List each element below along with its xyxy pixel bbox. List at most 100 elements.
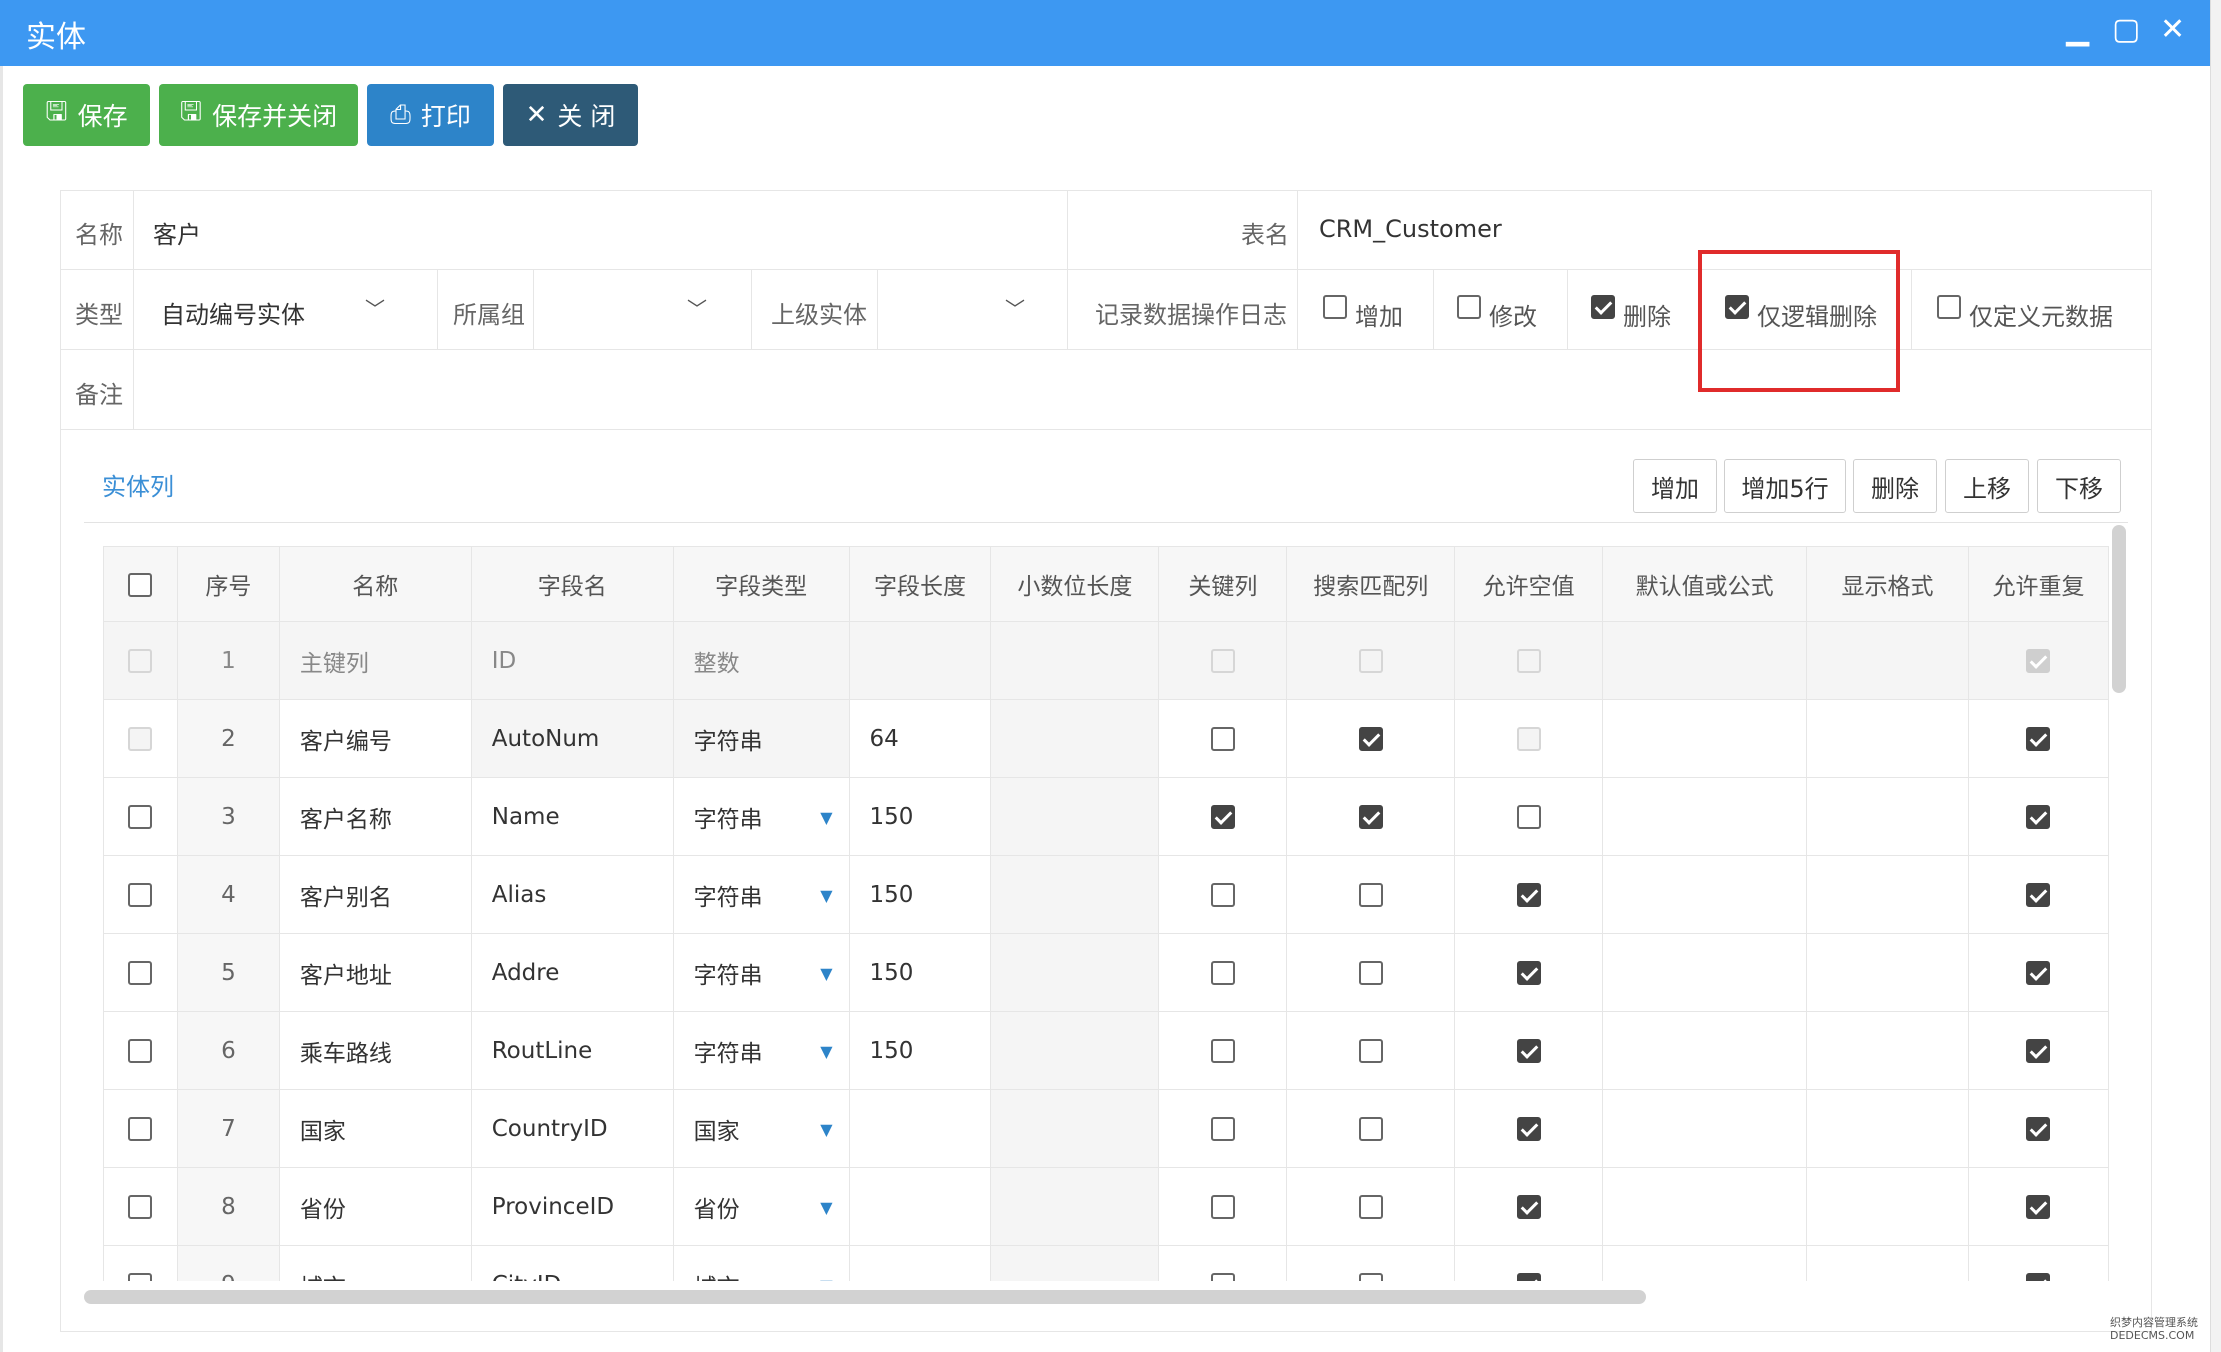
default-value-cell[interactable] bbox=[1602, 1011, 1808, 1090]
move-up-button[interactable]: 上移 bbox=[1945, 459, 2029, 513]
display-format-cell[interactable] bbox=[1806, 1089, 1969, 1168]
column-header[interactable]: 字段长度 bbox=[848, 546, 992, 622]
table-row[interactable]: 6 乘车路线 RoutLine 字符串 ▼ 150 bbox=[103, 1011, 2109, 1090]
table-row[interactable]: 3 客户名称 Name 字符串 ▼ 150 bbox=[103, 777, 2109, 856]
allow-duplicate-checkbox[interactable] bbox=[2026, 1273, 2051, 1281]
column-header[interactable]: 关键列 bbox=[1158, 546, 1288, 622]
allow-null-checkbox[interactable] bbox=[1516, 1195, 1541, 1219]
default-value-cell[interactable] bbox=[1602, 1167, 1808, 1246]
field-name-cell[interactable]: CityID bbox=[470, 1245, 674, 1281]
field-type-cell[interactable]: 字符串 ▼ bbox=[672, 933, 850, 1012]
key-column-checkbox[interactable] bbox=[1210, 727, 1235, 751]
allow-duplicate-checkbox[interactable] bbox=[2026, 805, 2051, 829]
field-name-cell[interactable]: Alias bbox=[470, 855, 674, 934]
key-column-checkbox[interactable] bbox=[1210, 1195, 1235, 1219]
column-name-cell[interactable]: 省份 bbox=[278, 1167, 472, 1246]
field-length-cell[interactable] bbox=[848, 1089, 992, 1168]
default-value-cell[interactable] bbox=[1602, 777, 1808, 856]
chevron-down-icon[interactable]: ﹀ bbox=[1005, 293, 1025, 322]
allow-null-checkbox[interactable] bbox=[1516, 805, 1541, 829]
dropdown-arrow-icon[interactable]: ▼ bbox=[820, 964, 832, 983]
maximize-icon[interactable]: ▢ bbox=[2112, 12, 2140, 47]
allow-duplicate-checkbox[interactable] bbox=[2026, 1195, 2051, 1219]
dropdown-arrow-icon[interactable]: ▼ bbox=[820, 808, 832, 827]
allow-null-checkbox[interactable] bbox=[1516, 1039, 1541, 1063]
field-length-cell[interactable]: 64 bbox=[848, 699, 992, 778]
column-header[interactable]: 默认值或公式 bbox=[1602, 546, 1808, 622]
log-add-checkbox[interactable] bbox=[1323, 295, 1347, 319]
field-length-cell[interactable]: 150 bbox=[848, 855, 992, 934]
table-row[interactable]: 1 主键列 ID 整数 bbox=[103, 621, 2109, 700]
allow-null-checkbox[interactable] bbox=[1516, 1117, 1541, 1141]
horizontal-scrollbar[interactable] bbox=[84, 1290, 1646, 1304]
row-select-checkbox[interactable] bbox=[128, 1117, 153, 1141]
print-button[interactable]: ⎙ 打印 bbox=[367, 84, 494, 146]
table-row[interactable]: 2 客户编号 AutoNum 字符串 64 bbox=[103, 699, 2109, 778]
search-match-checkbox[interactable] bbox=[1358, 961, 1383, 985]
search-match-checkbox[interactable] bbox=[1358, 1039, 1383, 1063]
column-header[interactable]: 搜索匹配列 bbox=[1286, 546, 1456, 622]
add-five-rows-button[interactable]: 增加5行 bbox=[1724, 459, 1846, 513]
key-column-checkbox[interactable] bbox=[1210, 883, 1235, 907]
table-row[interactable]: 7 国家 CountryID 国家 ▼ bbox=[103, 1089, 2109, 1168]
default-value-cell[interactable] bbox=[1602, 933, 1808, 1012]
table-row[interactable]: 5 客户地址 Addre 字符串 ▼ 150 bbox=[103, 933, 2109, 1012]
select-all-checkbox[interactable] bbox=[128, 572, 153, 597]
table-row[interactable]: 9城市CityID城市▼ bbox=[103, 1245, 2109, 1281]
allow-duplicate-checkbox[interactable] bbox=[2026, 1117, 2051, 1141]
display-format-cell[interactable] bbox=[1806, 1245, 1969, 1281]
display-format-cell[interactable] bbox=[1806, 777, 1969, 856]
metadata-only-checkbox[interactable] bbox=[1937, 295, 1961, 319]
allow-duplicate-checkbox[interactable] bbox=[2026, 1039, 2051, 1063]
add-row-button[interactable]: 增加 bbox=[1633, 459, 1717, 513]
close-button[interactable]: ✕ 关 闭 bbox=[503, 84, 638, 146]
column-header[interactable]: 序号 bbox=[176, 546, 280, 622]
row-select-checkbox[interactable] bbox=[128, 883, 153, 907]
table-row[interactable]: 4 客户别名 Alias 字符串 ▼ 150 bbox=[103, 855, 2109, 934]
save-and-close-button[interactable]: 🖫 保存并关闭 bbox=[159, 84, 358, 146]
default-value-cell[interactable] bbox=[1602, 699, 1808, 778]
column-header[interactable]: 允许重复 bbox=[1967, 546, 2109, 622]
delete-row-button[interactable]: 删除 bbox=[1853, 459, 1937, 513]
field-name-cell[interactable]: CountryID bbox=[470, 1089, 674, 1168]
move-down-button[interactable]: 下移 bbox=[2037, 459, 2121, 513]
close-icon[interactable]: ✕ bbox=[2160, 12, 2185, 47]
row-select-checkbox[interactable] bbox=[128, 1273, 153, 1281]
key-column-checkbox[interactable] bbox=[1210, 961, 1235, 985]
key-column-checkbox[interactable] bbox=[1210, 1273, 1235, 1281]
column-name-cell[interactable]: 主键列 bbox=[278, 621, 472, 700]
search-match-checkbox[interactable] bbox=[1358, 1273, 1383, 1281]
row-select-checkbox[interactable] bbox=[128, 961, 153, 985]
search-match-checkbox[interactable] bbox=[1358, 1117, 1383, 1141]
search-match-checkbox[interactable] bbox=[1358, 805, 1383, 829]
field-type-cell[interactable]: 省份 ▼ bbox=[672, 1167, 850, 1246]
chevron-down-icon[interactable]: ﹀ bbox=[365, 293, 385, 322]
allow-duplicate-checkbox[interactable] bbox=[2026, 883, 2051, 907]
allow-null-checkbox[interactable] bbox=[1516, 961, 1541, 985]
save-button[interactable]: 🖫 保存 bbox=[23, 84, 150, 146]
log-edit-checkbox[interactable] bbox=[1457, 295, 1481, 319]
dropdown-arrow-icon[interactable]: ▼ bbox=[820, 1276, 832, 1281]
display-format-cell[interactable] bbox=[1806, 1167, 1969, 1246]
field-type-cell[interactable]: 字符串 ▼ bbox=[672, 855, 850, 934]
field-type-cell[interactable]: 国家 ▼ bbox=[672, 1089, 850, 1168]
key-column-checkbox[interactable] bbox=[1210, 805, 1235, 829]
name-input[interactable]: 客户 bbox=[153, 215, 201, 250]
table-row[interactable]: 8 省份 ProvinceID 省份 ▼ bbox=[103, 1167, 2109, 1246]
allow-duplicate-checkbox[interactable] bbox=[2026, 727, 2051, 751]
allow-null-checkbox[interactable] bbox=[1516, 1273, 1541, 1281]
dropdown-arrow-icon[interactable]: ▼ bbox=[820, 1042, 832, 1061]
default-value-cell[interactable] bbox=[1602, 621, 1808, 700]
search-match-checkbox[interactable] bbox=[1358, 1195, 1383, 1219]
dropdown-arrow-icon[interactable]: ▼ bbox=[820, 1198, 832, 1217]
column-name-cell[interactable]: 国家 bbox=[278, 1089, 472, 1168]
column-name-cell[interactable]: 客户编号 bbox=[278, 699, 472, 778]
field-type-cell[interactable]: 字符串 ▼ bbox=[672, 777, 850, 856]
field-length-cell[interactable]: 150 bbox=[848, 777, 992, 856]
field-name-cell[interactable]: ProvinceID bbox=[470, 1167, 674, 1246]
column-header[interactable]: 字段名 bbox=[470, 546, 674, 622]
select-all-header[interactable] bbox=[103, 546, 178, 622]
field-name-cell[interactable]: RoutLine bbox=[470, 1011, 674, 1090]
column-name-cell[interactable]: 客户地址 bbox=[278, 933, 472, 1012]
default-value-cell[interactable] bbox=[1602, 1245, 1808, 1281]
